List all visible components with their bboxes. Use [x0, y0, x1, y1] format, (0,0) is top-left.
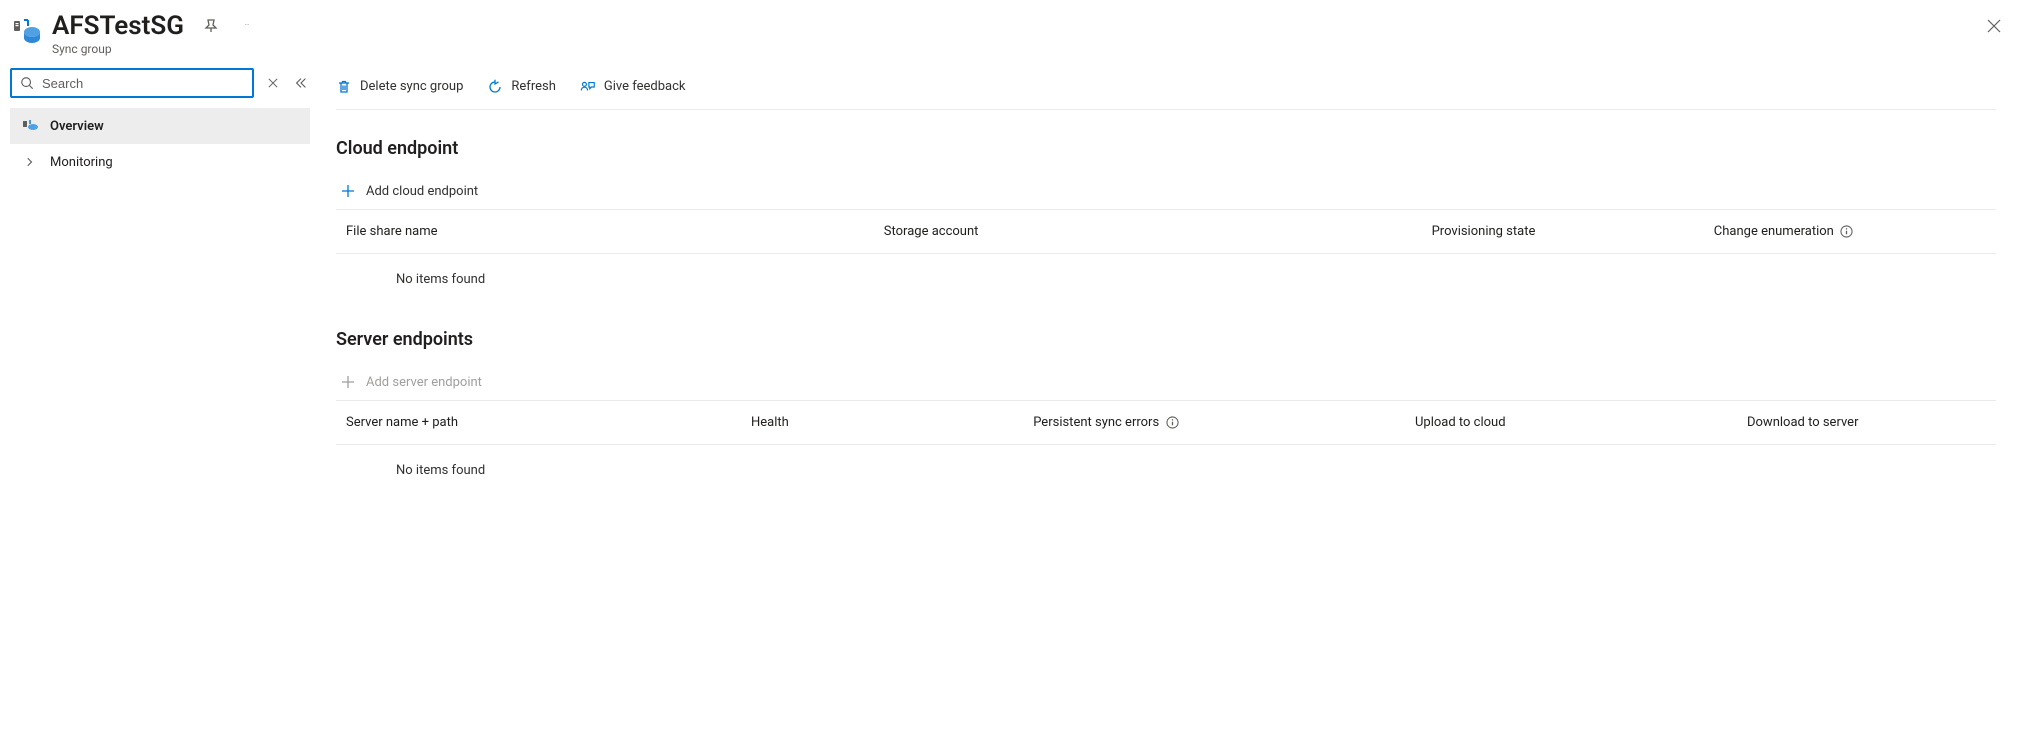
column-header[interactable]: Upload to cloud: [1415, 415, 1747, 430]
add-server-endpoint-button: Add server endpoint: [336, 368, 1996, 401]
sidebar-search-box[interactable]: [10, 68, 254, 98]
info-icon[interactable]: [1840, 225, 1854, 239]
give-feedback-button[interactable]: Give feedback: [580, 79, 686, 95]
column-header[interactable]: Change enumeration: [1714, 224, 1996, 239]
sync-group-icon: [22, 118, 38, 134]
column-header[interactable]: Storage account: [884, 224, 1432, 239]
cloud-endpoint-table-header: File share name Storage account Provisio…: [336, 210, 1996, 254]
sidebar-item-label: Overview: [50, 119, 104, 134]
sync-group-resource-icon: [10, 14, 46, 50]
column-header[interactable]: Server name + path: [336, 415, 751, 430]
trash-icon: [336, 79, 352, 95]
command-bar: Delete sync group Refresh: [336, 64, 1996, 110]
add-server-endpoint-label: Add server endpoint: [366, 375, 482, 390]
cloud-endpoint-heading: Cloud endpoint: [336, 138, 1996, 159]
sidebar-item-monitoring[interactable]: Monitoring: [10, 144, 310, 180]
column-header[interactable]: Provisioning state: [1432, 224, 1714, 239]
sidebar: Overview Monitoring: [0, 64, 310, 743]
collapse-sidebar-button[interactable]: [292, 74, 310, 92]
pin-button[interactable]: [202, 17, 220, 35]
refresh-button[interactable]: Refresh: [487, 79, 555, 95]
info-icon[interactable]: [1165, 416, 1179, 430]
column-header[interactable]: File share name: [336, 224, 884, 239]
page-header: AFSTestSG Sync group: [0, 0, 2018, 64]
add-cloud-endpoint-button[interactable]: Add cloud endpoint: [336, 177, 1996, 210]
more-button[interactable]: [238, 17, 256, 35]
sidebar-item-label: Monitoring: [50, 155, 113, 170]
server-endpoints-heading: Server endpoints: [336, 329, 1996, 350]
toolbar-label: Refresh: [511, 79, 555, 94]
page-subtitle: Sync group: [52, 42, 256, 56]
server-endpoints-empty: No items found: [336, 445, 1996, 492]
plus-icon: [340, 374, 356, 390]
close-button[interactable]: [1984, 16, 2004, 36]
server-endpoints-table-header: Server name + path Health Persistent syn…: [336, 401, 1996, 445]
sidebar-search-input[interactable]: [40, 75, 246, 92]
sidebar-item-overview[interactable]: Overview: [10, 108, 310, 144]
column-header[interactable]: Persistent sync errors: [1033, 415, 1415, 430]
feedback-icon: [580, 79, 596, 95]
main-content: Delete sync group Refresh: [310, 64, 2018, 743]
clear-search-button[interactable]: [264, 74, 282, 92]
cloud-endpoint-empty: No items found: [336, 254, 1996, 301]
page-title: AFSTestSG: [52, 10, 184, 42]
add-cloud-endpoint-label: Add cloud endpoint: [366, 184, 478, 199]
column-header[interactable]: Download to server: [1747, 415, 1996, 430]
chevron-right-icon: [22, 154, 38, 170]
delete-sync-group-button[interactable]: Delete sync group: [336, 79, 463, 95]
column-header[interactable]: Health: [751, 415, 1033, 430]
search-icon: [20, 76, 34, 90]
toolbar-label: Delete sync group: [360, 79, 463, 94]
toolbar-label: Give feedback: [604, 79, 686, 94]
refresh-icon: [487, 79, 503, 95]
plus-icon: [340, 183, 356, 199]
